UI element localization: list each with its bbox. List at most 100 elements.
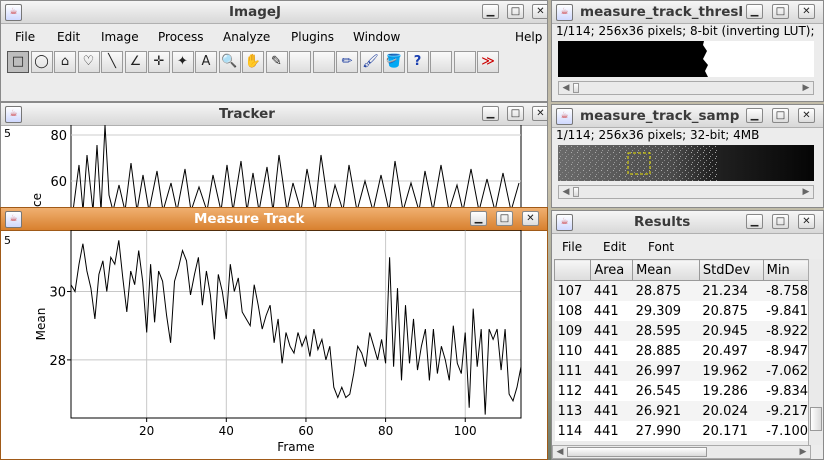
measure-track-plot: 20 40 60 80 100 28 30 Frame Mean 5 — [4, 230, 522, 454]
x-tick-label: 80 — [378, 424, 393, 438]
table-row[interactable]: 114 441 27.990 20.171 -7.100 — [554, 421, 823, 441]
menu-file[interactable]: File — [15, 30, 35, 44]
maximize-button[interactable]: □ — [496, 211, 513, 226]
tracker-plot: 80 60 ce 5 — [4, 125, 522, 211]
angle-tool[interactable]: ∠ — [124, 51, 147, 73]
oval-tool[interactable]: ◯ — [30, 51, 53, 73]
minimize-button[interactable]: ▁ — [482, 4, 499, 19]
pencil-tool[interactable]: ✏ — [336, 51, 358, 73]
results-menu-file[interactable]: File — [562, 240, 582, 254]
minimize-button[interactable]: ▁ — [482, 106, 499, 121]
scroll-thumb[interactable] — [573, 187, 579, 197]
empty-tool-slot — [312, 51, 335, 73]
menu-analyze[interactable]: Analyze — [223, 30, 270, 44]
table-row[interactable]: 109 441 28.595 20.945 -8.922 — [554, 321, 823, 341]
maximize-button[interactable]: □ — [507, 4, 524, 19]
scroll-left-arrow[interactable]: ◀ — [554, 446, 566, 458]
line-tool[interactable]: ╲ — [101, 51, 123, 73]
maximize-button[interactable]: □ — [772, 108, 789, 123]
minimize-button[interactable]: ▁ — [746, 4, 763, 19]
scroll-left-arrow[interactable]: ◀ — [560, 82, 572, 94]
close-button[interactable]: ✕ — [798, 108, 815, 123]
imagej-titlebar[interactable]: ☕ ImageJ ▁ □ ✕ — [1, 1, 547, 24]
help-tool-icon: ? — [413, 54, 422, 69]
column-header[interactable]: Area — [590, 259, 634, 281]
pencil-tool-icon: ✏ — [341, 54, 353, 69]
thresh-stack-scrollbar[interactable]: ◀ ▶ — [558, 81, 814, 95]
column-header[interactable]: Mean — [632, 259, 700, 281]
oval-tool-icon: ◯ — [34, 54, 49, 69]
results-window: ☕ Results ▁ □ ✕ File Edit Font Area Mean Std… — [551, 210, 824, 460]
close-button[interactable]: ✕ — [798, 214, 815, 229]
maximize-button[interactable]: □ — [507, 106, 524, 121]
measure-track-titlebar[interactable]: ☕ Measure Track ▁ □ ✕ — [1, 208, 547, 231]
color-picker-tool[interactable]: ✎ — [265, 51, 288, 73]
minimize-button[interactable]: ▁ — [746, 108, 763, 123]
samp-image-canvas[interactable] — [558, 145, 814, 181]
x-axis-label: Frame — [277, 440, 314, 454]
maximize-button[interactable]: □ — [772, 214, 789, 229]
brush-tool[interactable]: 🖌 — [359, 51, 382, 73]
close-button[interactable]: ✕ — [532, 106, 547, 121]
table-cell: 26.997 — [632, 361, 700, 381]
side-mark: 5 — [4, 234, 11, 247]
scroll-right-arrow[interactable]: ▶ — [797, 446, 809, 458]
point-tool[interactable]: ✛ — [148, 51, 170, 73]
menu-window[interactable]: Window — [353, 30, 400, 44]
maximize-button[interactable]: □ — [772, 4, 789, 19]
table-row[interactable]: 108 441 29.309 20.875 -9.841 — [554, 301, 823, 321]
hand-tool[interactable]: ✋ — [242, 51, 264, 73]
magnifier-tool[interactable]: 🔍 — [218, 51, 241, 73]
empty-tool-slot — [430, 51, 452, 73]
table-cell: 19.962 — [699, 361, 764, 381]
samp-title: measure_track_samp — [580, 108, 740, 124]
results-vertical-scrollbar[interactable] — [808, 259, 823, 445]
samp-stack-scrollbar[interactable]: ◀ ▶ — [558, 185, 814, 199]
table-cell: 111 — [554, 361, 591, 381]
results-horizontal-scrollbar[interactable]: ◀ ▶ — [552, 445, 811, 459]
freehand-tool[interactable]: ♡ — [77, 51, 100, 73]
column-header[interactable]: StdDev — [698, 259, 764, 281]
wand-tool[interactable]: ✦ — [171, 51, 194, 73]
help-tool[interactable]: ? — [406, 51, 429, 73]
text-tool[interactable]: A — [195, 51, 217, 73]
rectangle-tool[interactable]: □ — [7, 51, 29, 73]
more-tools[interactable]: ≫ — [477, 51, 499, 73]
results-menu-edit[interactable]: Edit — [603, 240, 626, 254]
scroll-left-arrow[interactable]: ◀ — [560, 186, 572, 198]
menu-help[interactable]: Help — [515, 30, 542, 44]
minimize-button[interactable]: ▁ — [746, 214, 763, 229]
table-row[interactable]: 110 441 28.885 20.497 -8.947 — [554, 341, 823, 361]
results-table[interactable]: Area Mean StdDev Min 107 441 28.875 21.234 -8.75… — [553, 259, 823, 441]
results-menu-font[interactable]: Font — [648, 240, 674, 254]
polygon-tool[interactable]: ⌂ — [54, 51, 76, 73]
samp-image-info: 1/114; 256x36 pixels; 32-bit; 4MB — [556, 128, 760, 142]
menu-image[interactable]: Image — [101, 30, 139, 44]
table-row[interactable]: 113 441 26.921 20.024 -9.217 — [554, 401, 823, 421]
menu-plugins[interactable]: Plugins — [291, 30, 334, 44]
scroll-right-arrow[interactable]: ▶ — [800, 82, 812, 94]
results-titlebar[interactable]: ☕ Results ▁ □ ✕ — [552, 211, 823, 234]
imagej-menubar: File Edit Image Process Analyze Plugins Window… — [1, 27, 547, 47]
results-menubar: File Edit Font — [552, 237, 823, 257]
column-header[interactable] — [553, 259, 592, 281]
thresh-image-canvas[interactable] — [558, 41, 814, 77]
java-app-icon: ☕ — [556, 4, 573, 21]
table-row[interactable]: 111 441 26.997 19.962 -7.062 — [554, 361, 823, 381]
scroll-right-arrow[interactable]: ▶ — [800, 186, 812, 198]
scroll-thumb[interactable] — [573, 83, 579, 93]
scroll-thumb[interactable] — [810, 407, 822, 431]
minimize-button[interactable]: ▁ — [470, 211, 487, 226]
close-button[interactable]: ✕ — [522, 211, 539, 226]
thresh-titlebar[interactable]: ☕ measure_track_thresh ▁ □ ✕ — [552, 1, 823, 24]
flood-fill-tool[interactable]: 🪣 — [383, 51, 405, 73]
menu-edit[interactable]: Edit — [57, 30, 80, 44]
scroll-thumb[interactable] — [567, 447, 707, 457]
table-row[interactable]: 107 441 28.875 21.234 -8.758 — [554, 280, 823, 301]
table-row[interactable]: 112 441 26.545 19.286 -9.834 — [554, 381, 823, 401]
tracker-titlebar[interactable]: ☕ Tracker ▁ □ ✕ — [1, 103, 547, 126]
close-button[interactable]: ✕ — [798, 4, 815, 19]
close-button[interactable]: ✕ — [532, 4, 547, 19]
samp-titlebar[interactable]: ☕ measure_track_samp ▁ □ ✕ — [552, 105, 823, 128]
menu-process[interactable]: Process — [158, 30, 204, 44]
